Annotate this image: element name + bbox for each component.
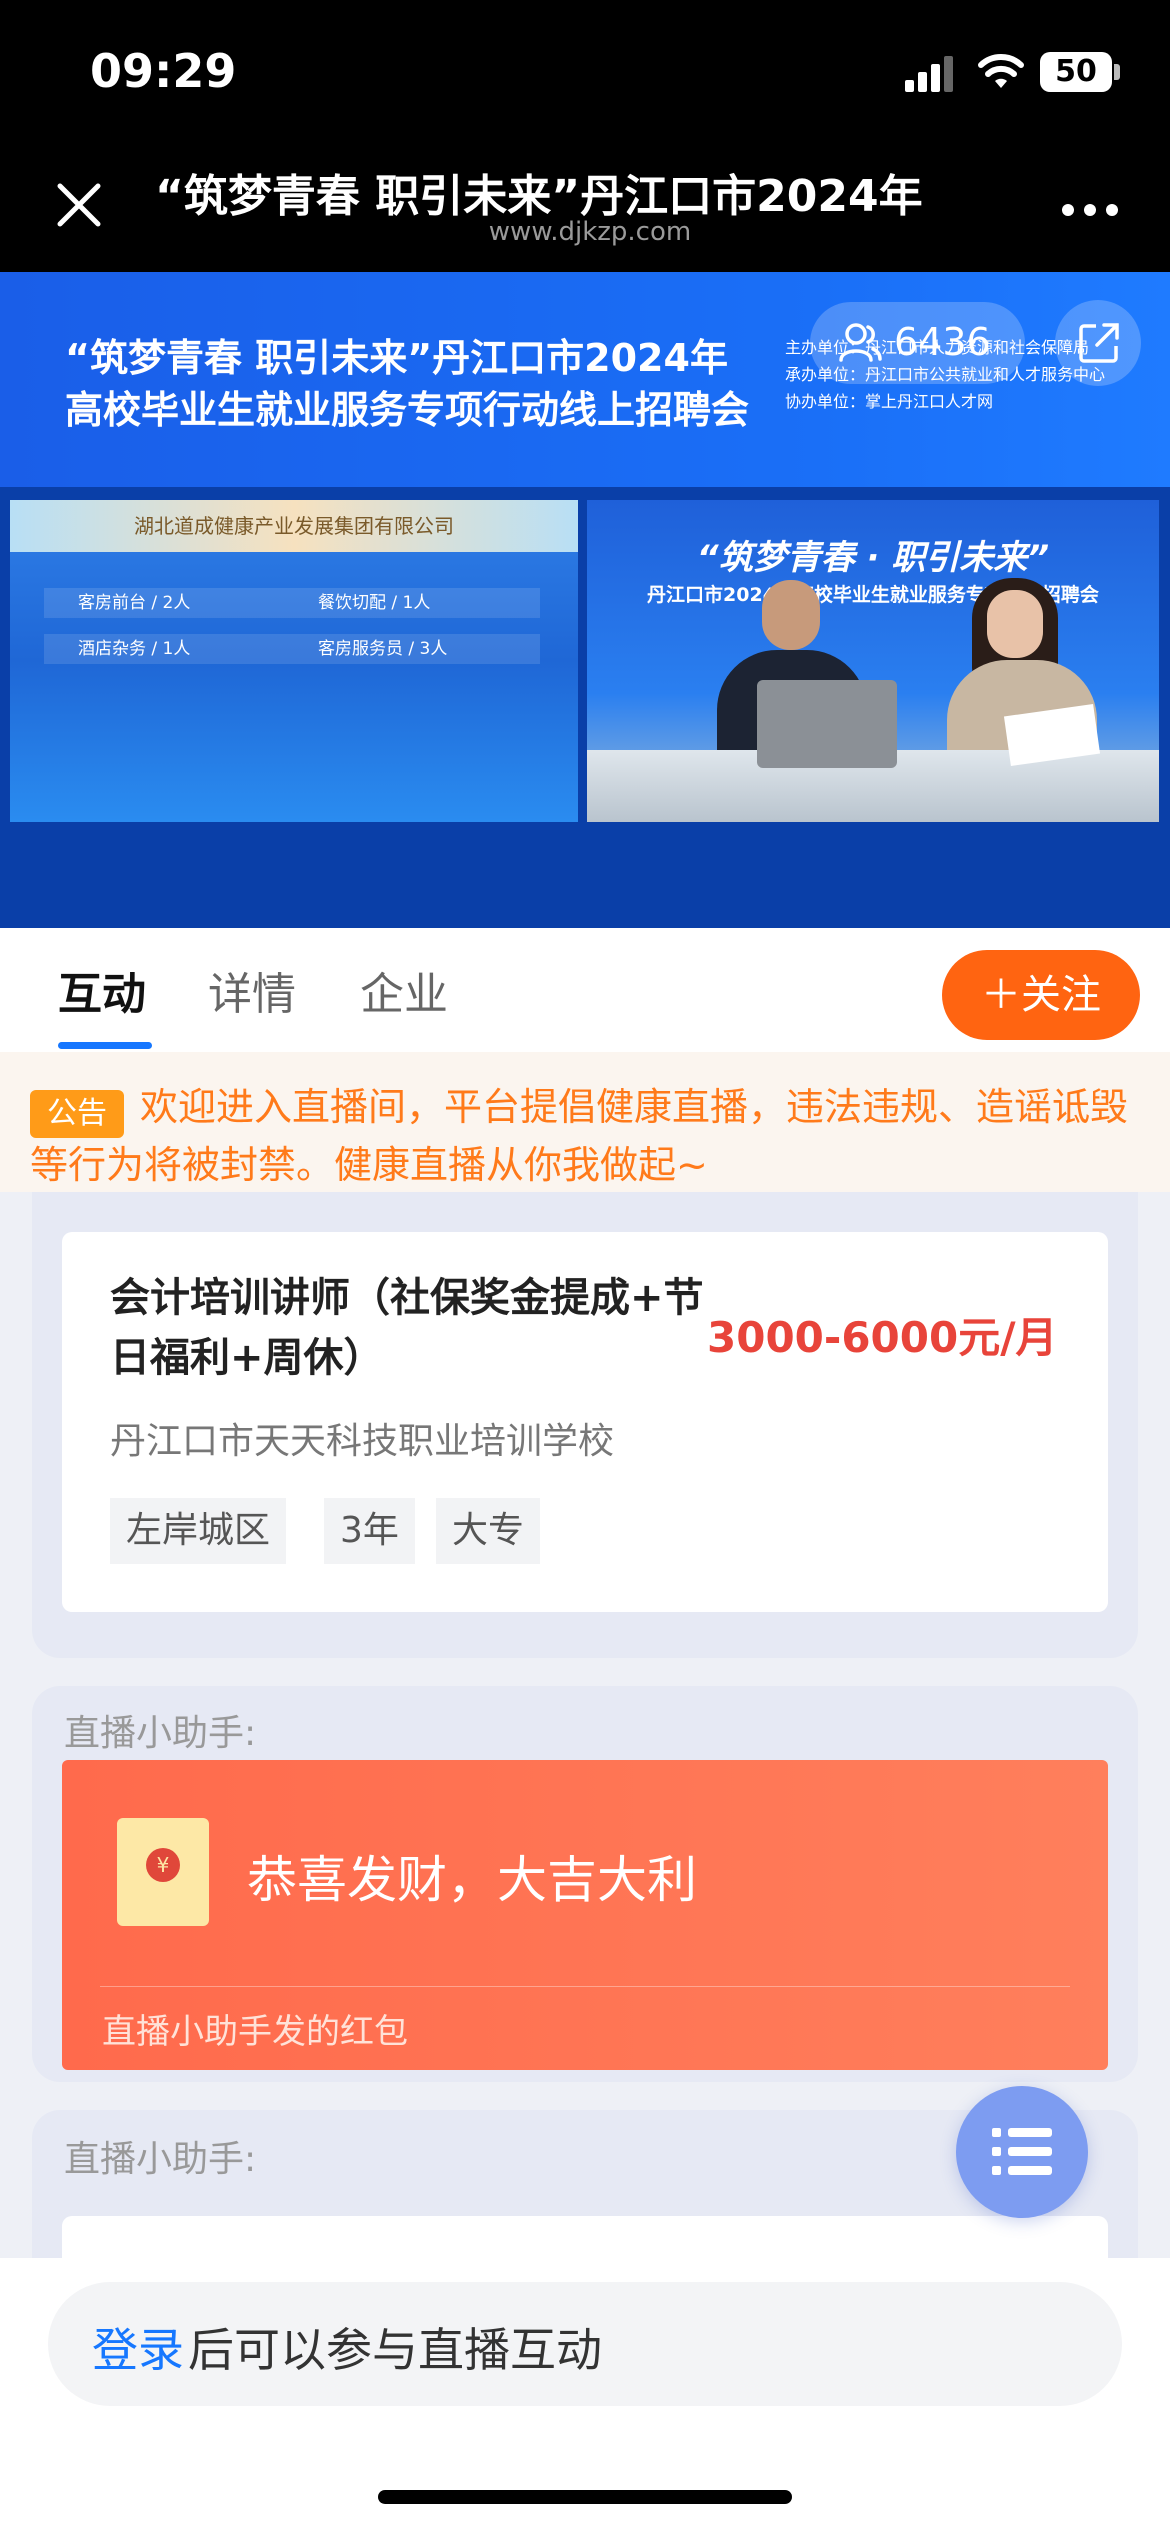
job-item: 客房前台 / 2人 bbox=[78, 593, 191, 613]
tab-bar: 互动 详情 企业 ＋关注 bbox=[0, 928, 1170, 1052]
follow-button[interactable]: ＋关注 bbox=[942, 950, 1140, 1040]
tab-details[interactable]: 详情 bbox=[208, 958, 296, 1022]
page-title: “筑梦青春 职引未来”丹江口市2024年 bbox=[155, 171, 923, 220]
video-banner-title-line1: “筑梦青春 职引未来”丹江口市2024年 bbox=[65, 336, 728, 380]
job-tag-experience: 3年 bbox=[324, 1498, 415, 1564]
close-icon[interactable] bbox=[54, 180, 104, 230]
job-item: 餐饮切配 / 1人 bbox=[318, 593, 431, 613]
job-item: 酒店杂务 / 1人 bbox=[78, 639, 191, 659]
announcement-badge: 公告 bbox=[30, 1090, 124, 1138]
more-icon[interactable] bbox=[1060, 202, 1120, 218]
laptop bbox=[757, 680, 897, 768]
video-banner-title-line2: 高校毕业生就业服务专项行动线上招聘会 bbox=[65, 388, 750, 432]
page-subtitle: www.djkzp.com bbox=[488, 217, 692, 247]
share-icon[interactable] bbox=[1078, 322, 1120, 364]
assistant-label: 直播小助手: bbox=[64, 1713, 257, 1754]
battery-tip bbox=[1114, 64, 1120, 80]
organizer-line: 协办单位：掌上丹江口人才网 bbox=[785, 392, 994, 411]
announcement-text: 欢迎进入直播间，平台提倡健康直播，违法违规、造谣诋毁等行为将被封禁。健康直播从你… bbox=[30, 1085, 1129, 1187]
job-company: 丹江口市天天科技职业培训学校 bbox=[110, 1421, 615, 1462]
red-packet-footer: 直播小助手发的红包 bbox=[102, 2012, 408, 2052]
yuan-seal-icon: ¥ bbox=[146, 1848, 180, 1882]
studio-camera-view: “筑梦青春 · 职引未来” 丹江口市2024年高校毕业生就业服务专项行动招聘会 bbox=[587, 500, 1159, 822]
announcement-banner: 欢迎进入直播间，平台提倡健康直播，违法违规、造谣诋毁等行为将被封禁。健康直播从你… bbox=[0, 1052, 1170, 1192]
viewer-count: 6436 bbox=[894, 320, 991, 364]
job-salary: 3000-6000元/月 bbox=[707, 1313, 1058, 1362]
red-packet-greeting: 恭喜发财，大吉大利 bbox=[247, 1851, 697, 1909]
battery-indicator: 50 bbox=[1040, 52, 1112, 92]
company-name: 湖北道成健康产业发展集团有限公司 bbox=[10, 500, 578, 552]
wifi-icon bbox=[978, 54, 1024, 88]
assistant-label: 直播小助手: bbox=[64, 2139, 257, 2180]
list-icon[interactable] bbox=[992, 2126, 1052, 2178]
red-packet-card[interactable]: ¥ 恭喜发财，大吉大利 直播小助手发的红包 bbox=[62, 1760, 1108, 2070]
studio-title: “筑梦青春 · 职引未来” bbox=[696, 538, 1050, 578]
job-row: 酒店杂务 / 1人 客房服务员 / 3人 bbox=[44, 634, 540, 664]
video-banner-title: “筑梦青春 职引未来”丹江口市2024年 高校毕业生就业服务专项行动线上招聘会 bbox=[65, 332, 755, 436]
bottom-bar: 登录 后可以参与直播互动 bbox=[0, 2258, 1170, 2532]
red-packet-divider bbox=[100, 1986, 1070, 1987]
home-indicator[interactable] bbox=[378, 2490, 792, 2504]
login-hint: 后可以参与直播互动 bbox=[188, 2323, 602, 2377]
host-male-head bbox=[762, 580, 820, 650]
job-item: 客房服务员 / 3人 bbox=[318, 639, 448, 659]
cellular-signal-icon bbox=[905, 56, 953, 92]
job-row: 客房前台 / 2人 餐饮切配 / 1人 bbox=[44, 588, 540, 618]
live-video-player[interactable]: “筑梦青春 职引未来”丹江口市2024年 高校毕业生就业服务专项行动线上招聘会 … bbox=[0, 272, 1170, 928]
login-link[interactable]: 登录 bbox=[92, 2314, 184, 2380]
status-time: 09:29 bbox=[90, 44, 237, 98]
tab-company[interactable]: 企业 bbox=[360, 958, 448, 1022]
job-tag-education: 大专 bbox=[436, 1498, 541, 1564]
active-tab-indicator bbox=[58, 1042, 152, 1049]
top-bar: 09:29 50 “筑梦青春 职引未来”丹江口市2024年 www.djkzp.… bbox=[0, 0, 1170, 272]
job-title: 会计培训讲师（社保奖金提成+节日福利+周休） bbox=[110, 1275, 704, 1381]
job-card[interactable]: 会计培训讲师（社保奖金提成+节日福利+周休） 3000-6000元/月 丹江口市… bbox=[62, 1232, 1108, 1612]
host-female-face bbox=[987, 590, 1043, 658]
viewers-icon bbox=[839, 323, 882, 362]
tab-interaction[interactable]: 互动 bbox=[58, 958, 146, 1022]
studio-subtitle: 丹江口市2024年高校毕业生就业服务专项行动招聘会 bbox=[647, 584, 1099, 606]
job-tag-location: 左岸城区 bbox=[110, 1498, 287, 1564]
